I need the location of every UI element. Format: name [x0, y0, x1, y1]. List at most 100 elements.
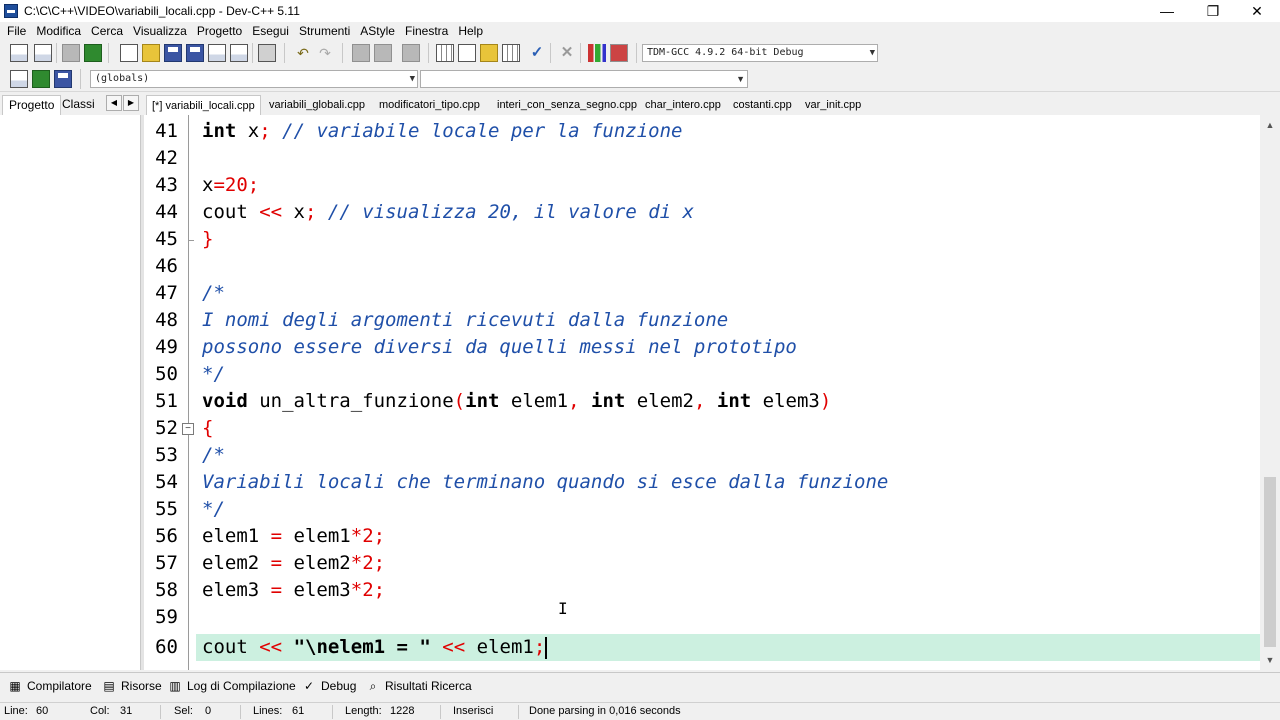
- tab-scroll-right-icon[interactable]: ▶: [123, 95, 139, 111]
- line-number: 55: [155, 498, 178, 520]
- rebuild-all-icon[interactable]: [502, 44, 520, 62]
- line-number: 54: [155, 471, 178, 493]
- class-browser-icon[interactable]: [62, 44, 80, 62]
- profile-icon[interactable]: [588, 44, 606, 62]
- toolbar-separator: [80, 69, 81, 89]
- line-number: 59: [155, 606, 178, 628]
- log-chart-icon: ▥: [169, 679, 181, 693]
- menu-file[interactable]: File: [2, 24, 31, 38]
- redo-icon[interactable]: ↷: [316, 44, 334, 62]
- code-line: /*: [202, 282, 225, 304]
- insert-icon[interactable]: [10, 70, 28, 88]
- code-line: */: [202, 498, 225, 520]
- file-tab-costanti[interactable]: costanti.cpp: [728, 95, 797, 115]
- maximize-button[interactable]: ❐: [1190, 0, 1236, 22]
- toolbar-separator: [428, 43, 429, 63]
- toggle-bookmark-list-icon[interactable]: [54, 70, 72, 88]
- scroll-down-icon[interactable]: ▼: [1263, 653, 1277, 667]
- status-lines-value: 61: [292, 705, 305, 717]
- print-icon[interactable]: [258, 44, 276, 62]
- toolbar-separator: [580, 43, 581, 63]
- line-number: 53: [155, 444, 178, 466]
- line-number: 57: [155, 552, 178, 574]
- indent-icon[interactable]: [352, 44, 370, 62]
- file-tab-interi-con-senza-segno[interactable]: interi_con_senza_segno.cpp: [492, 95, 642, 115]
- tab-progetto[interactable]: Progetto: [2, 95, 62, 115]
- status-insert-mode: Inserisci: [453, 705, 494, 717]
- delete-profile-icon[interactable]: [610, 44, 628, 62]
- menu-strumenti[interactable]: Strumenti: [294, 24, 355, 38]
- goto-icon[interactable]: [84, 44, 102, 62]
- menu-progetto[interactable]: Progetto: [192, 24, 247, 38]
- stop-execution-icon[interactable]: ✕: [558, 44, 576, 62]
- scrollbar-thumb[interactable]: [1264, 477, 1276, 647]
- status-sel-value: 0: [205, 705, 212, 717]
- close-file-icon[interactable]: [208, 44, 226, 62]
- toolbar-separator: [56, 43, 57, 63]
- unindent-icon[interactable]: [374, 44, 392, 62]
- menu-modifica[interactable]: Modifica: [31, 24, 86, 38]
- tab-debug[interactable]: ✓ Debug: [302, 677, 356, 695]
- toolbar-separator: [342, 43, 343, 63]
- secondary-toolbar: (globals) ▼ ▼: [0, 66, 1280, 92]
- status-separator: [518, 705, 519, 719]
- code-line: possono essere diversi da quelli messi n…: [202, 336, 797, 358]
- open-file-icon[interactable]: [142, 44, 160, 62]
- scope-select[interactable]: (globals) ▼: [90, 70, 418, 88]
- minimize-button[interactable]: —: [1144, 0, 1190, 22]
- tab-log-di-compilazione[interactable]: ▥ Log di Compilazione: [168, 677, 295, 695]
- menu-finestra[interactable]: Finestra: [400, 24, 453, 38]
- compiler-select[interactable]: TDM-GCC 4.9.2 64-bit Debug ▼: [642, 44, 878, 62]
- syntax-check-icon[interactable]: ✓: [528, 44, 546, 62]
- save-all-icon[interactable]: [186, 44, 204, 62]
- compile-run-icon[interactable]: [480, 44, 498, 62]
- scroll-up-icon[interactable]: ▲: [1263, 118, 1277, 132]
- close-button[interactable]: ✕: [1234, 0, 1280, 22]
- line-number: 41: [155, 120, 178, 142]
- menu-visualizza[interactable]: Visualizza: [128, 24, 192, 38]
- new-project-icon[interactable]: [10, 44, 28, 62]
- run-icon[interactable]: [458, 44, 476, 62]
- compiler-grid-icon: ▦: [9, 679, 21, 693]
- fold-collapse-icon[interactable]: −: [182, 423, 194, 435]
- status-separator: [160, 705, 161, 719]
- function-select[interactable]: ▼: [420, 70, 748, 88]
- menu-astyle[interactable]: AStyle: [355, 24, 400, 38]
- status-bar: Line: 60 Col: 31 Sel: 0 Lines: 61 Length…: [0, 702, 1280, 720]
- resources-icon: ▤: [103, 679, 115, 693]
- code-line-current: cout << "\nelem1 = " << elem1;: [202, 636, 548, 659]
- compile-icon[interactable]: [436, 44, 454, 62]
- chevron-down-icon: ▼: [869, 48, 875, 58]
- menu-esegui[interactable]: Esegui: [247, 24, 294, 38]
- project-panel[interactable]: [0, 115, 141, 670]
- menu-bar: File Modifica Cerca Visualizza Progetto …: [0, 22, 1280, 40]
- editor-vertical-scrollbar[interactable]: ▲ ▼: [1260, 115, 1280, 670]
- tab-risultati-ricerca[interactable]: ⌕ Risultati Ricerca: [366, 677, 472, 695]
- file-tab-variabili-globali[interactable]: variabili_globali.cpp: [264, 95, 370, 115]
- undo-icon[interactable]: ↶: [294, 44, 312, 62]
- code-line: */: [202, 363, 225, 385]
- code-line: cout << x; // visualizza 20, il valore d…: [202, 201, 694, 223]
- file-tab-char-intero[interactable]: char_intero.cpp: [640, 95, 726, 115]
- file-tab-modificatori-tipo[interactable]: modificatori_tipo.cpp: [374, 95, 485, 115]
- line-number: 44: [155, 201, 178, 223]
- menu-help[interactable]: Help: [453, 24, 488, 38]
- tab-risorse[interactable]: ▤ Risorse: [102, 677, 162, 695]
- status-line-label: Line:: [4, 705, 28, 717]
- new-file-icon[interactable]: [120, 44, 138, 62]
- menu-cerca[interactable]: Cerca: [86, 24, 128, 38]
- devcpp-app-icon: [4, 4, 18, 18]
- close-all-icon[interactable]: [230, 44, 248, 62]
- line-number: 45: [155, 228, 178, 250]
- tab-scroll-left-icon[interactable]: ◀: [106, 95, 122, 111]
- goto-bookmark-icon[interactable]: [32, 70, 50, 88]
- open-project-icon[interactable]: [34, 44, 52, 62]
- tab-classi[interactable]: Classi: [56, 95, 101, 115]
- toggle-bookmark-icon[interactable]: [402, 44, 420, 62]
- tab-compilatore[interactable]: ▦ Compilatore: [8, 677, 91, 695]
- code-editor[interactable]: 41 42 43 44 45 46 47 48 49 50 51 52 53 5…: [144, 115, 1260, 670]
- file-tab-var-init[interactable]: var_init.cpp: [800, 95, 866, 115]
- tab-label: Risorse: [121, 679, 162, 693]
- save-icon[interactable]: [164, 44, 182, 62]
- file-tab-variabili-locali[interactable]: [*] variabili_locali.cpp: [146, 95, 261, 115]
